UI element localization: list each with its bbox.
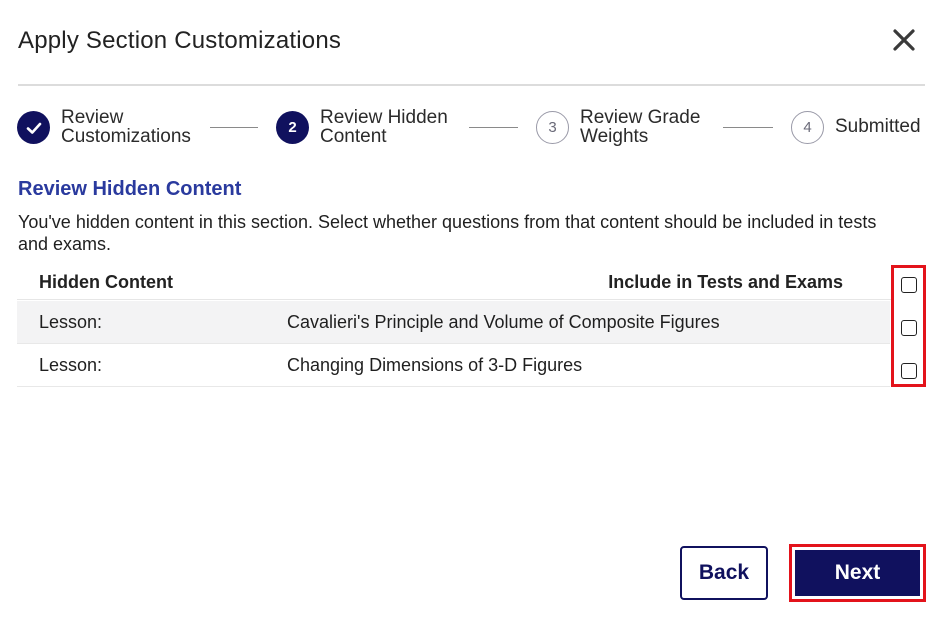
step-1-label-line1: Review (61, 107, 124, 128)
step-3-label-line1: Review Grade (580, 107, 701, 128)
apply-customizations-dialog: Apply Section Customizations Review Cust… (0, 0, 945, 617)
step-3-label: Review Grade Weights (580, 108, 700, 146)
step-1-indicator (17, 111, 50, 144)
include-checkbox-row-1[interactable] (901, 320, 917, 336)
step-connector (469, 127, 518, 128)
select-all-checkbox[interactable] (901, 277, 917, 293)
row-content-type: Lesson: (39, 312, 103, 332)
table-row: Lesson: Changing Dimensions of 3-D Figur… (17, 344, 890, 387)
row-content-type: Lesson: (39, 355, 103, 375)
next-button-highlight: Next (789, 544, 926, 602)
table-row: Lesson: Cavalieri's Principle and Volume… (17, 301, 890, 344)
step-2-label: Review Hidden Content (320, 108, 448, 146)
step-connector (210, 127, 258, 128)
header-divider (18, 84, 925, 86)
row-content-title: Changing Dimensions of 3-D Figures (287, 355, 583, 375)
row-content-title: Cavalieri's Principle and Volume of Comp… (287, 312, 720, 332)
section-heading: Review Hidden Content (18, 178, 242, 200)
column-header-include: Include in Tests and Exams (608, 272, 843, 292)
step-2-label-line1: Review Hidden (320, 107, 448, 128)
section-description: You've hidden content in this section. S… (18, 212, 877, 254)
step-4-indicator: 4 (791, 111, 824, 144)
column-header-hidden-content: Hidden Content (39, 272, 173, 292)
close-button[interactable] (888, 24, 920, 56)
checkmark-icon (26, 122, 41, 134)
step-2-indicator: 2 (276, 111, 309, 144)
include-checkbox-column (891, 265, 926, 387)
step-connector (723, 127, 773, 128)
table-header: Hidden Content Include in Tests and Exam… (17, 265, 925, 300)
next-button[interactable]: Next (795, 550, 920, 596)
step-1-label: Review Customizations (61, 108, 191, 146)
step-4-label: Submitted (835, 116, 921, 137)
step-2-label-line2: Content (320, 126, 387, 147)
step-3-indicator: 3 (536, 111, 569, 144)
dialog-title: Apply Section Customizations (18, 27, 342, 54)
include-checkbox-row-2[interactable] (901, 363, 917, 379)
back-button[interactable]: Back (680, 546, 768, 600)
step-3-label-line2: Weights (580, 126, 649, 147)
step-1-label-line2: Customizations (61, 126, 191, 147)
close-icon (893, 29, 915, 51)
